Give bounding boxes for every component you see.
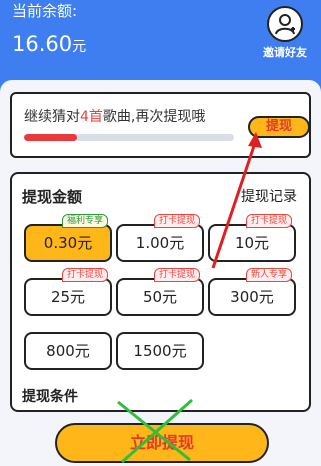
- amount-tag: 打卡提现: [153, 268, 200, 282]
- amount-option[interactable]: 打卡提现 50元: [116, 268, 204, 316]
- amount-label: 1500元: [133, 342, 187, 360]
- withdraw-button-small[interactable]: 提现: [248, 116, 310, 138]
- amount-label: 50元: [142, 288, 178, 306]
- amount-panel: 提现金额 提现记录 福利专享 0.30元 打卡提现 1.00元 打卡提现 10元…: [10, 172, 311, 412]
- panel-title: 提现金额: [22, 188, 83, 206]
- amount-option[interactable]: 打卡提现 25元: [24, 268, 112, 316]
- withdraw-now-button[interactable]: 立即提现: [55, 423, 269, 463]
- amount-option[interactable]: 新人专享 300元: [208, 268, 296, 316]
- task-text-prefix: 继续猜对: [24, 109, 80, 125]
- amount-option[interactable]: 打卡提现 1.00元: [116, 214, 204, 262]
- amount-tag: 打卡提现: [153, 214, 200, 228]
- user-icon: [267, 6, 303, 42]
- amount-tag: 福利专享: [61, 214, 108, 228]
- amount-label: 1.00元: [135, 234, 185, 252]
- balance-label: 当前余额:: [12, 2, 78, 20]
- amount-tag: 打卡提现: [245, 214, 292, 228]
- header: 当前余额: 16.60元 邀请好友: [0, 0, 321, 90]
- amount-label: 0.30元: [43, 234, 93, 252]
- amount-option[interactable]: 福利专享 0.30元: [24, 214, 112, 262]
- amount-tag: 新人专享: [245, 268, 292, 282]
- amount-label: 25元: [50, 288, 86, 306]
- task-text: 继续猜对4首歌曲,再次提现哦: [24, 106, 205, 126]
- amount-option[interactable]: 800元: [24, 332, 112, 370]
- conditions-title: 提现条件: [22, 389, 78, 405]
- invite-label: 邀请好友: [263, 46, 307, 59]
- amount-label: 300元: [230, 288, 274, 306]
- invite-friends-button[interactable]: 邀请好友: [258, 6, 312, 60]
- amount-label: 800元: [46, 342, 90, 360]
- balance-unit: 元: [72, 39, 87, 55]
- withdraw-history-link[interactable]: 提现记录: [241, 186, 297, 206]
- task-card: 继续猜对4首歌曲,再次提现哦 提现: [10, 92, 311, 158]
- amount-tag: 打卡提现: [61, 268, 108, 282]
- balance-value: 16.60元: [12, 32, 86, 56]
- task-text-highlight: 4首: [80, 109, 103, 125]
- progress-bar: [24, 134, 234, 141]
- amount-label: 10元: [234, 234, 270, 252]
- task-text-suffix: 歌曲,再次提现哦: [102, 109, 206, 125]
- amount-option[interactable]: 1500元: [116, 332, 204, 370]
- progress-fill: [24, 134, 77, 141]
- balance-amount: 16.60: [12, 32, 73, 56]
- amount-option[interactable]: 打卡提现 10元: [208, 214, 296, 262]
